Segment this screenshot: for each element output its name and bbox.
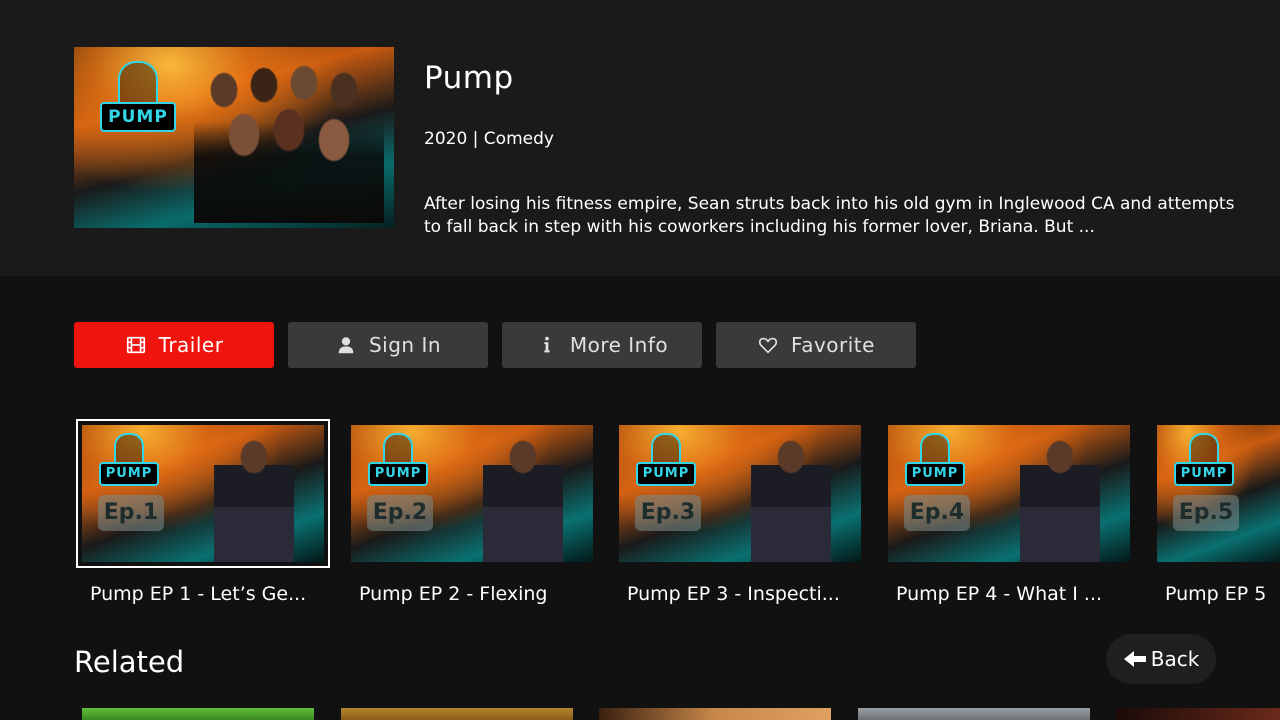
more-info-button[interactable]: More Info (502, 322, 702, 368)
episode-title-3: Pump EP 3 - Inspecti... (627, 583, 840, 605)
show-description: After losing his fitness empire, Sean st… (424, 194, 1235, 237)
sign-in-button[interactable]: Sign In (288, 322, 488, 368)
related-item-3[interactable] (599, 708, 831, 720)
pump-logo-figure-icon (651, 433, 681, 465)
episode-thumbnail-figure (751, 437, 831, 562)
user-icon (338, 337, 354, 354)
episode-title-5: Pump EP 5 (1165, 583, 1267, 605)
poster-cast-image (194, 55, 384, 223)
pump-logo: PUMP (100, 102, 176, 132)
show-title: Pump (424, 60, 514, 96)
related-item-4[interactable] (858, 708, 1090, 720)
back-button[interactable]: Back (1106, 634, 1216, 684)
episode-title-2: Pump EP 2 - Flexing (359, 583, 548, 605)
pump-logo-figure-icon (920, 433, 950, 465)
episode-card-3[interactable]: PUMP Ep.3 (619, 425, 861, 562)
episode-thumbnail-figure (1020, 437, 1100, 562)
episode-card-1[interactable]: PUMP Ep.1 (76, 419, 330, 568)
favorite-label: Favorite (791, 333, 875, 357)
arrow-left-icon (1123, 651, 1146, 667)
pump-logo: PUMP (1174, 462, 1234, 486)
show-meta: 2020 | Comedy (424, 129, 554, 149)
episode-card-5[interactable]: PUMP Ep.5 (1157, 425, 1280, 562)
related-item-5[interactable] (1116, 708, 1280, 720)
related-item-1[interactable] (82, 708, 314, 720)
related-item-2[interactable] (341, 708, 573, 720)
pump-logo: PUMP (636, 462, 696, 486)
episode-badge: Ep.2 (367, 495, 433, 531)
pump-logo-figure-icon (114, 433, 144, 465)
trailer-button[interactable]: Trailer (74, 322, 274, 368)
related-heading: Related (74, 645, 185, 679)
pump-logo: PUMP (368, 462, 428, 486)
favorite-button[interactable]: Favorite (716, 322, 916, 368)
show-poster: PUMP (74, 47, 394, 228)
episode-thumbnail-figure (483, 437, 563, 562)
episode-title-4: Pump EP 4 - What I ... (896, 583, 1103, 605)
film-icon (126, 336, 145, 354)
sign-in-label: Sign In (368, 333, 442, 357)
more-info-label: More Info (569, 333, 669, 357)
info-icon (544, 336, 550, 353)
pump-logo-figure-icon (118, 61, 158, 105)
show-header: PUMP Pump 2020 | Comedy After losing his… (0, 0, 1280, 276)
episode-thumbnail-figure (214, 437, 294, 562)
trailer-label: Trailer (158, 333, 224, 357)
episode-card-2[interactable]: PUMP Ep.2 (351, 425, 593, 562)
episode-badge: Ep.5 (1173, 495, 1239, 531)
pump-logo-figure-icon (383, 433, 413, 465)
episode-badge: Ep.1 (98, 495, 164, 531)
back-label: Back (1150, 647, 1200, 671)
pump-logo-figure-icon (1189, 433, 1219, 465)
heart-icon (758, 337, 778, 354)
pump-logo: PUMP (905, 462, 965, 486)
episode-card-4[interactable]: PUMP Ep.4 (888, 425, 1130, 562)
episode-badge: Ep.3 (635, 495, 701, 531)
pump-logo: PUMP (99, 462, 159, 486)
episode-badge: Ep.4 (904, 495, 970, 531)
episode-title-1: Pump EP 1 - Let’s Ge... (90, 583, 307, 605)
